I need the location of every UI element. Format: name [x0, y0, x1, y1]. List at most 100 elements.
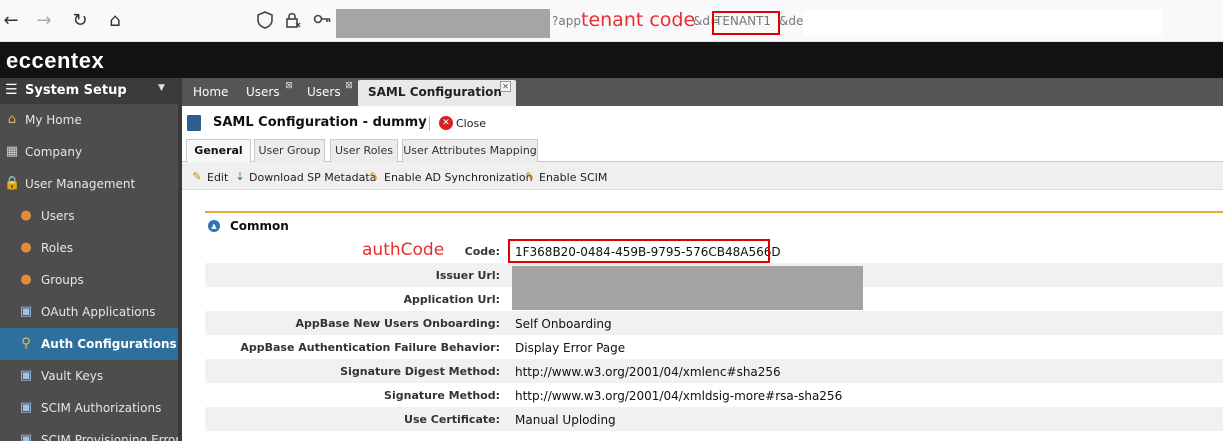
- book-icon: [187, 115, 201, 131]
- field-row: Use Certificate: Manual Uploding: [205, 407, 1223, 431]
- roles-icon: ●: [20, 240, 32, 255]
- sidebar-item-label: Users: [41, 209, 75, 223]
- subtab-user-roles[interactable]: User Roles: [330, 139, 398, 162]
- sidebar-item-label: SCIM Provisioning Errors: [41, 433, 178, 441]
- edit-icon[interactable]: ✎: [190, 170, 204, 184]
- sidebar-item-label: Groups: [41, 273, 84, 287]
- tab-users-label: Users: [246, 85, 280, 99]
- scim-icon: ▣: [19, 400, 33, 415]
- menu-icon: ☰: [5, 82, 18, 98]
- code-highlight-box: [508, 239, 770, 263]
- field-row: AppBase New Users Onboarding: Self Onboar…: [205, 311, 1223, 335]
- edit-icon[interactable]: ✎: [367, 170, 381, 184]
- enable-scim-button[interactable]: Enable SCIM: [539, 171, 607, 184]
- close-icon[interactable]: ⊠: [284, 81, 294, 91]
- download-sp-metadata-button[interactable]: Download SP Metadata: [249, 171, 376, 184]
- url-fragment: &de: [779, 14, 804, 28]
- field-value: Self Onboarding: [515, 317, 612, 331]
- sidebar-item-label: Company: [25, 145, 83, 159]
- eccentex-logo: eccentex: [6, 48, 105, 73]
- sidebar-item-label: Vault Keys: [41, 369, 104, 383]
- sidebar-item[interactable]: ● Users: [0, 200, 178, 232]
- field-value: http://www.w3.org/2001/04/xmldsig-more#r…: [515, 389, 843, 403]
- subtab-user-group[interactable]: User Group: [254, 139, 325, 162]
- field-label: Signature Digest Method:: [340, 365, 500, 378]
- field-row: Signature Digest Method: http://www.w3.or…: [205, 359, 1223, 383]
- field-label: Code:: [464, 245, 500, 258]
- auth-code-annotation: authCode: [362, 240, 445, 260]
- sidebar-item[interactable]: ● Groups: [0, 264, 178, 296]
- sidebar-item-label: SCIM Authorizations: [41, 401, 162, 415]
- field-row: Signature Method: http://www.w3.org/2001/…: [205, 383, 1223, 407]
- lock-icon[interactable]: [285, 11, 301, 34]
- tenant-value: TENANT1: [715, 14, 772, 28]
- lock-icon: 🔒: [4, 176, 21, 191]
- redacted-url-block: [336, 9, 550, 38]
- sidebar-item[interactable]: ⚲ Auth Configurations: [0, 328, 178, 360]
- edit-icon[interactable]: ✎: [523, 170, 537, 184]
- field-label: AppBase Authentication Failure Behavior:: [240, 341, 500, 354]
- sidebar: ☰ System Setup ▼ ⌂ My Home ▦ Company 🔒 User M…: [0, 78, 178, 441]
- download-arrow-icon[interactable]: ⇣: [233, 170, 247, 184]
- close-icon[interactable]: ⊠: [344, 81, 354, 91]
- building-icon: ▦: [5, 144, 19, 159]
- vault-icon: ▣: [19, 368, 33, 383]
- field-row: AppBase Authentication Failure Behavior:…: [205, 335, 1223, 359]
- field-value: Display Error Page: [515, 341, 626, 355]
- close-button[interactable]: Close: [456, 117, 486, 130]
- home-icon: ⌂: [7, 112, 17, 127]
- divider: [429, 116, 430, 131]
- sidebar-item[interactable]: ▣ OAuth Applications: [0, 296, 178, 328]
- sidebar-title: System Setup: [25, 83, 127, 98]
- close-icon[interactable]: ✕: [500, 81, 511, 92]
- close-icon[interactable]: ✕: [439, 116, 453, 130]
- enable-ad-sync-button[interactable]: Enable AD Synchronization: [384, 171, 533, 184]
- sidebar-item-label: Auth Configurations: [41, 337, 177, 351]
- sidebar-item[interactable]: ▦ Company: [0, 136, 178, 168]
- section-title: Common: [230, 219, 289, 233]
- field-label: Use Certificate:: [404, 413, 500, 426]
- field-label: Issuer Url:: [435, 269, 500, 282]
- tab-users[interactable]: Users ⊠: [307, 78, 357, 106]
- sidebar-item[interactable]: ▣ Vault Keys: [0, 360, 178, 392]
- tab-saml-label: SAML Configuration: [368, 85, 502, 99]
- forward-arrow-icon[interactable]: →: [33, 10, 55, 32]
- panel-title: SAML Configuration - dummy: [213, 115, 427, 130]
- sidebar-header[interactable]: ☰ System Setup ▼: [0, 78, 178, 104]
- key-icon: ⚲: [21, 336, 31, 351]
- sidebar-item-label: User Management: [25, 177, 136, 191]
- field-value: http://www.w3.org/2001/04/xmlenc#sha256: [515, 365, 781, 379]
- sidebar-item[interactable]: ▣ SCIM Provisioning Errors: [0, 424, 178, 441]
- app-header: [0, 42, 1223, 78]
- sidebar-item[interactable]: ⌂ My Home: [0, 104, 178, 136]
- section-divider: [205, 211, 1223, 213]
- tab-users-label: Users: [307, 85, 341, 99]
- tenant-code-annotation: tenant code: [581, 9, 696, 31]
- home-icon[interactable]: ⌂: [104, 10, 126, 32]
- address-bar-field[interactable]: [803, 10, 1162, 36]
- sidebar-item-label: Roles: [41, 241, 74, 255]
- redacted-url-block: [512, 266, 863, 310]
- reload-icon[interactable]: ↻: [69, 10, 91, 32]
- sidebar-item-label: My Home: [25, 113, 82, 127]
- sidebar-item-label: OAuth Applications: [41, 305, 156, 319]
- back-arrow-icon[interactable]: ←: [0, 10, 22, 32]
- subtab-general[interactable]: General: [186, 139, 251, 163]
- sidebar-item[interactable]: ▣ SCIM Authorizations: [0, 392, 178, 424]
- shield-icon[interactable]: [257, 11, 273, 34]
- sidebar-item[interactable]: ● Roles: [0, 232, 178, 264]
- edit-button[interactable]: Edit: [207, 171, 228, 184]
- sidebar-item[interactable]: 🔒 User Management: [0, 168, 178, 200]
- tab-home[interactable]: Home: [193, 78, 228, 106]
- key-icon[interactable]: [313, 11, 331, 31]
- field-label: Signature Method:: [384, 389, 500, 402]
- group-icon: ●: [20, 272, 32, 287]
- chevron-down-icon[interactable]: ▼: [158, 83, 165, 93]
- tab-users[interactable]: Users ⊠: [246, 78, 296, 106]
- url-fragment: ?app: [552, 14, 581, 28]
- user-icon: ●: [20, 208, 32, 223]
- subtab-user-attributes-mapping[interactable]: User Attributes Mapping: [402, 139, 538, 162]
- field-value: Manual Uploding: [515, 413, 616, 427]
- field-label: Application Url:: [403, 293, 500, 306]
- collapse-up-icon[interactable]: ▲: [208, 220, 220, 232]
